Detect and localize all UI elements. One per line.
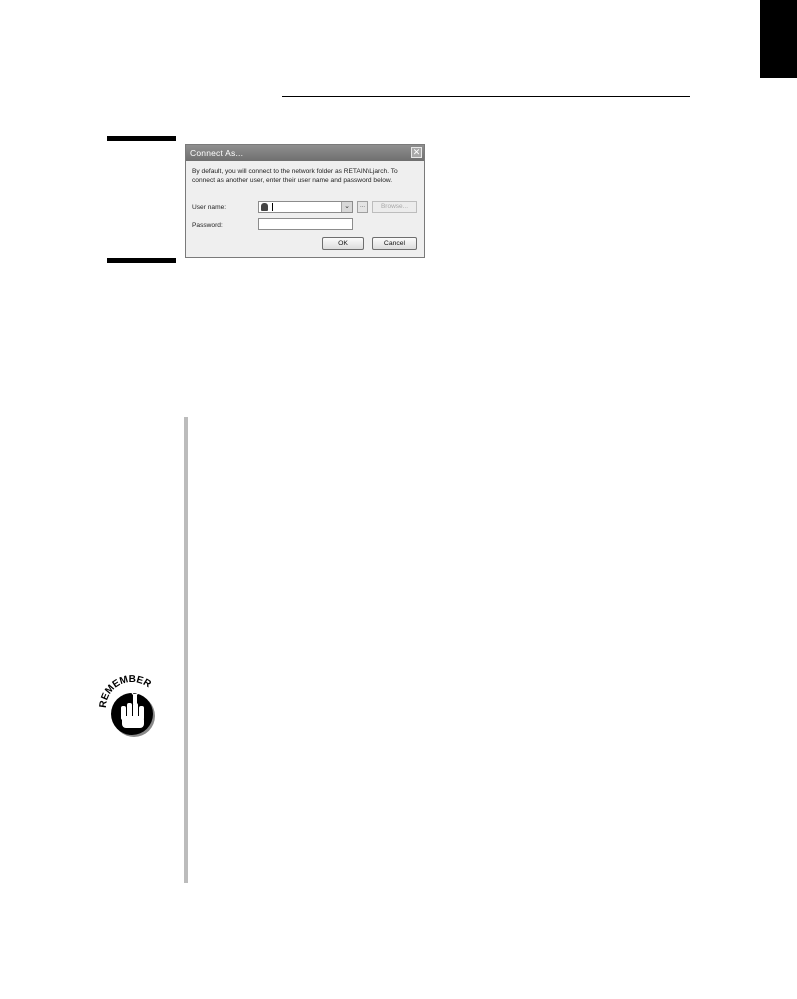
sidebar-rule xyxy=(184,417,188,883)
chapter-tab xyxy=(760,0,797,78)
password-label: Password: xyxy=(192,222,223,229)
password-field[interactable] xyxy=(258,218,353,230)
user-name-label: User name: xyxy=(192,204,227,211)
dialog-intro-text: By default, you will connect to the netw… xyxy=(192,168,398,184)
text-caret xyxy=(272,203,273,211)
header-rule xyxy=(282,96,690,97)
close-button[interactable]: ✕ xyxy=(411,147,422,158)
figure-bar-top xyxy=(107,136,176,141)
user-icon xyxy=(261,203,268,211)
browse-button[interactable]: Browse... xyxy=(372,201,417,213)
ok-button[interactable]: OK xyxy=(322,237,364,250)
dialog-title: Connect As... xyxy=(190,148,244,158)
figure-bar-bottom xyxy=(107,258,176,263)
connect-as-dialog: Connect As... ✕ By default, you will con… xyxy=(185,144,425,258)
dialog-titlebar: Connect As... ✕ xyxy=(186,145,424,161)
cancel-button[interactable]: Cancel xyxy=(372,237,417,250)
ellipsis-button[interactable]: ... xyxy=(357,201,368,213)
close-icon: ✕ xyxy=(412,147,421,157)
user-name-combobox[interactable]: ⌄ xyxy=(258,201,353,213)
chevron-down-icon[interactable]: ⌄ xyxy=(341,202,352,212)
remember-icon: REMEMBER xyxy=(98,674,155,737)
